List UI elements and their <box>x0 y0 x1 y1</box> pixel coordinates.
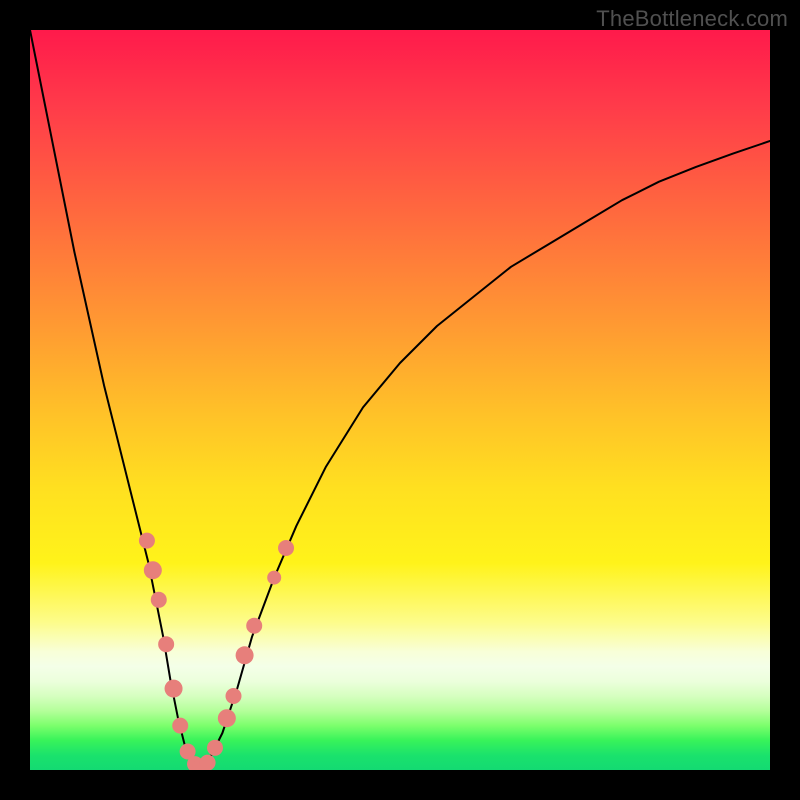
data-marker <box>226 688 242 704</box>
data-marker <box>165 680 183 698</box>
data-marker <box>172 718 188 734</box>
data-marker <box>218 709 236 727</box>
data-marker <box>158 636 174 652</box>
data-marker <box>278 540 294 556</box>
data-marker <box>151 592 167 608</box>
attribution-label: TheBottleneck.com <box>596 6 788 32</box>
data-marker <box>246 618 262 634</box>
data-marker <box>267 571 281 585</box>
data-marker <box>139 533 155 549</box>
plot-area <box>30 30 770 770</box>
bottleneck-curve-path <box>30 30 770 768</box>
data-marker <box>207 740 223 756</box>
data-marker <box>200 755 216 770</box>
marker-layer <box>139 533 294 770</box>
chart-frame: TheBottleneck.com <box>0 0 800 800</box>
curve-layer <box>30 30 770 768</box>
data-marker <box>236 646 254 664</box>
chart-svg <box>30 30 770 770</box>
data-marker <box>144 561 162 579</box>
